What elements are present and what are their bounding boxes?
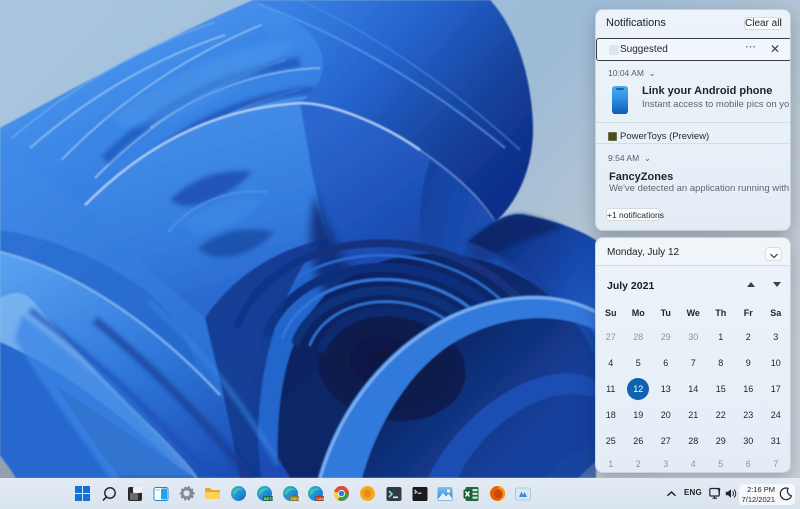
svg-text:DEV: DEV: [291, 496, 299, 501]
svg-text:BETA: BETA: [264, 496, 273, 501]
svg-text:CAN: CAN: [316, 496, 324, 501]
